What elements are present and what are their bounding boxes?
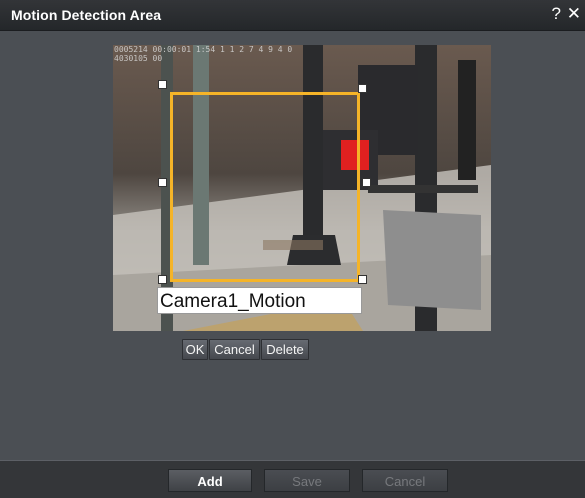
help-icon[interactable]: ? (552, 4, 561, 24)
close-icon[interactable]: ✕ (567, 4, 581, 24)
zone-delete-button[interactable]: Delete (261, 339, 309, 360)
motion-zone-rectangle[interactable] (170, 92, 360, 282)
resize-handle-bottom-left[interactable] (158, 275, 167, 284)
video-timestamp-overlay: 0005214 00:00:01 1:54 1 1 2 7 4 9 4 0 40… (114, 45, 293, 63)
cancel-button[interactable]: Cancel (362, 469, 448, 492)
resize-handle-top-right[interactable] (358, 84, 367, 93)
resize-handle-bottom-right[interactable] (358, 275, 367, 284)
zone-ok-button[interactable]: OK (182, 339, 208, 360)
dialog-title: Motion Detection Area (11, 7, 162, 23)
motion-detection-dialog: Motion Detection Area ? ✕ 0005214 00:00:… (0, 0, 585, 498)
save-button[interactable]: Save (264, 469, 350, 492)
resize-handle-middle-left[interactable] (158, 178, 167, 187)
zone-name-field[interactable]: Camera1_Motion (157, 287, 362, 314)
add-button[interactable]: Add (168, 469, 252, 492)
resize-handle-top-left[interactable] (158, 80, 167, 89)
title-bar: Motion Detection Area ? ✕ (0, 0, 585, 31)
zone-cancel-button[interactable]: Cancel (209, 339, 260, 360)
resize-handle-middle-right[interactable] (362, 178, 371, 187)
